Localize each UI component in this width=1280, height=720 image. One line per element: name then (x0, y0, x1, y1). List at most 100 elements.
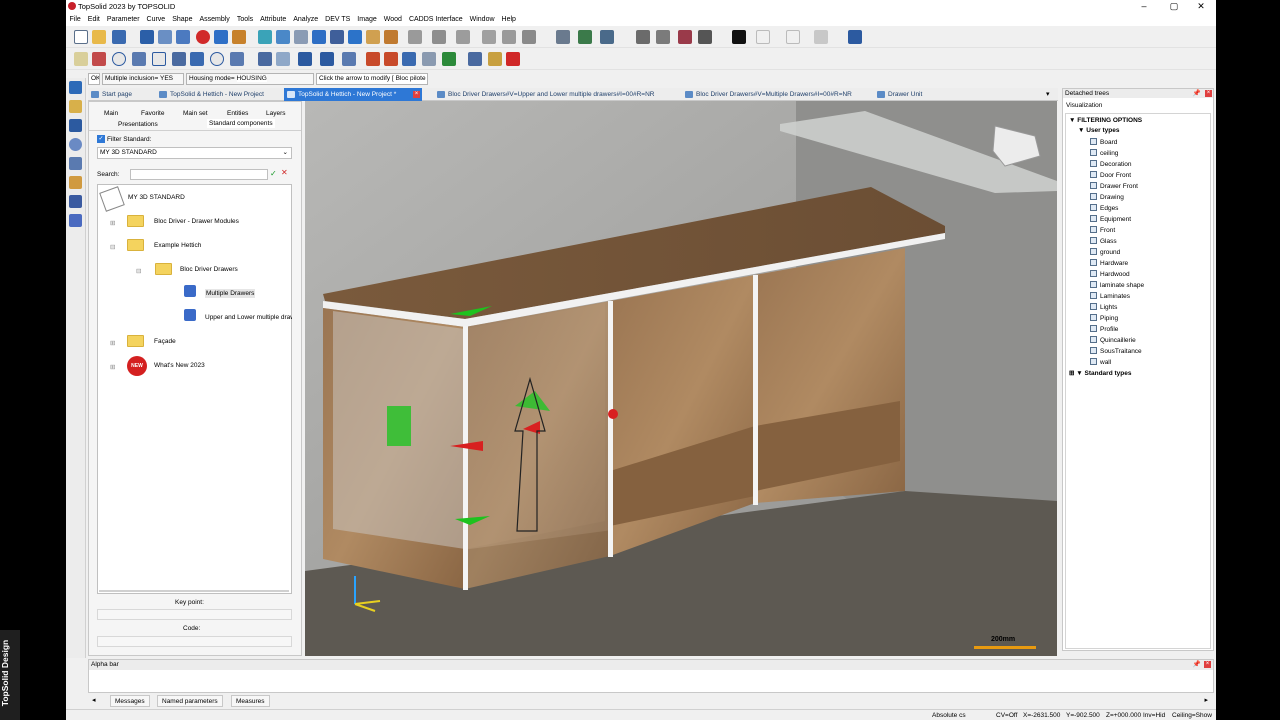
render-icon[interactable] (636, 30, 650, 44)
tree-root[interactable]: MY 3D STANDARD (128, 194, 185, 201)
shape-mode-icon[interactable] (69, 119, 82, 132)
standard-select[interactable]: MY 3D STANDARD ⌄ (97, 147, 292, 159)
status-coordinate-system[interactable]: Absolute cs (932, 712, 966, 719)
filter-item-front[interactable]: Front (1090, 226, 1115, 234)
zoom-icon[interactable] (556, 30, 570, 44)
sketch-mode-icon[interactable] (69, 81, 82, 94)
menu-analyze[interactable]: Analyze (290, 13, 322, 23)
filter-item-ceiling[interactable]: ceiling (1090, 149, 1118, 157)
transform-icon[interactable] (468, 52, 482, 66)
menu-edit[interactable]: Edit (84, 13, 103, 23)
library-mode-icon[interactable] (69, 214, 82, 227)
tree-node-multiple-drawers[interactable]: Multiple Drawers (205, 289, 256, 298)
tab-entities[interactable]: Entities (227, 110, 248, 117)
filter-item-board[interactable]: Board (1090, 138, 1117, 146)
filter-item-decoration[interactable]: Decoration (1090, 160, 1131, 168)
hardware-mode-icon[interactable] (69, 195, 82, 208)
tab-presentations[interactable]: Presentations (118, 121, 158, 128)
tab-new-project[interactable]: TopSolid & Hettich - New Project (156, 88, 282, 101)
edit-tool-icon[interactable] (456, 30, 470, 44)
tree-node-upper-lower-drawers[interactable]: Upper and Lower multiple drawers (205, 314, 292, 321)
pin-icon[interactable]: 📌 (1193, 660, 1201, 670)
filter-item-profile[interactable]: Profile (1090, 325, 1118, 333)
filter-item-soustraitance[interactable]: SousTraitance (1090, 347, 1142, 355)
tab-drawer-unit[interactable]: Drawer Unit (874, 88, 934, 101)
close-button[interactable]: ✕ (1186, 0, 1216, 13)
collapse-icon[interactable]: ⊟ (136, 267, 141, 275)
filter-item-lights[interactable]: Lights (1090, 303, 1117, 311)
tab-measures[interactable]: Measures (231, 695, 270, 707)
filter-item-hardwood[interactable]: Hardwood (1090, 270, 1130, 278)
tab-main[interactable]: Main (104, 110, 118, 117)
filter-item-hardware[interactable]: Hardware (1090, 259, 1128, 267)
menu-window[interactable]: Window (466, 13, 498, 23)
menu-parameter[interactable]: Parameter (103, 13, 143, 23)
tree-node-whats-new[interactable]: What's New 2023 (154, 362, 205, 369)
hatch-icon[interactable] (814, 30, 828, 44)
color-icon[interactable] (732, 30, 746, 44)
tabs-dropdown-icon[interactable]: ▾ (1046, 90, 1050, 98)
tree-node-bloc-driver-modules[interactable]: Bloc Driver - Drawer Modules (154, 218, 239, 225)
scroll-left-icon[interactable]: ◂ (92, 696, 96, 704)
line-icon[interactable] (92, 52, 106, 66)
project-icon[interactable] (276, 52, 290, 66)
offset-icon[interactable] (258, 52, 272, 66)
housing-mode-field[interactable]: Housing mode= HOUSING (186, 73, 314, 85)
tab-layers[interactable]: Layers (266, 110, 286, 117)
menu-attribute[interactable]: Attribute (257, 13, 290, 23)
menu-wood[interactable]: Wood (380, 13, 405, 23)
tab-bloc-driver-multiple[interactable]: Bloc Driver Drawers#V=Multiple Drawers#I… (682, 88, 870, 101)
filtering-options[interactable]: ▼ FILTERING OPTIONS (1069, 117, 1142, 124)
tab-standard-components[interactable]: Standard components (207, 119, 275, 128)
filter-item-ground[interactable]: ground (1090, 248, 1120, 256)
assembly-mode-icon[interactable] (69, 157, 82, 170)
properties-icon[interactable] (158, 30, 172, 44)
line-style-icon[interactable] (786, 30, 800, 44)
key-point-select[interactable] (97, 609, 292, 620)
scroll-right-icon[interactable]: ▸ (1204, 696, 1208, 704)
measure-tool-icon[interactable] (408, 30, 422, 44)
maximize-button[interactable]: ▢ (1159, 0, 1189, 13)
circle-icon[interactable] (112, 52, 126, 66)
filter-item-laminate-shape[interactable]: laminate shape (1090, 281, 1144, 289)
constraint-icon[interactable] (342, 52, 356, 66)
multiple-inclusion-field[interactable]: Multiple inclusion= YES (102, 73, 184, 85)
menu-assembly[interactable]: Assembly (196, 13, 233, 23)
filter-item-laminates[interactable]: Laminates (1090, 292, 1130, 300)
filter-item-quincaillerie[interactable]: Quincaillerie (1090, 336, 1136, 344)
import-icon[interactable] (176, 30, 190, 44)
drawer-tool-icon[interactable] (348, 30, 362, 44)
menu-help[interactable]: Help (498, 13, 519, 23)
clear-icon[interactable]: ✕ (281, 168, 288, 177)
filter-item-edges[interactable]: Edges (1090, 204, 1118, 212)
fillet-icon[interactable] (366, 52, 380, 66)
wood-tool-icon[interactable] (258, 30, 272, 44)
print-icon[interactable] (140, 30, 154, 44)
panel-tool-icon[interactable] (366, 30, 380, 44)
tab-favorite[interactable]: Favorite (141, 110, 164, 117)
polygon-icon[interactable] (230, 52, 244, 66)
tree-scrollbar[interactable] (99, 590, 289, 592)
3d-viewport[interactable]: 200mm (305, 101, 1057, 656)
polyline-icon[interactable] (172, 52, 186, 66)
close-alpha-bar-icon[interactable]: × (1204, 661, 1211, 668)
menu-file[interactable]: File (66, 13, 84, 23)
filter-item-drawing[interactable]: Drawing (1090, 193, 1124, 201)
filter-checkbox[interactable]: ✓ (97, 135, 105, 143)
filter-item-door-front[interactable]: Door Front (1090, 171, 1131, 179)
pencil-mode-icon[interactable] (69, 100, 82, 113)
wood-mode-icon[interactable] (69, 176, 82, 189)
tab-bloc-driver-upper-lower[interactable]: Bloc Driver Drawers#V=Upper and Lower mu… (434, 88, 678, 101)
pencil-icon[interactable] (74, 52, 88, 66)
status-ceiling[interactable]: Ceiling=Show (1172, 712, 1212, 719)
filter-item-equipment[interactable]: Equipment (1090, 215, 1131, 223)
user-types[interactable]: ▼ User types (1078, 127, 1120, 134)
filter-item-glass[interactable]: Glass (1090, 237, 1117, 245)
tree-node-bloc-driver-drawers[interactable]: Bloc Driver Drawers (180, 266, 238, 273)
expand-icon[interactable]: ⊞ (110, 219, 115, 227)
new-file-icon[interactable] (74, 30, 88, 44)
assembly-tool-icon[interactable] (312, 30, 326, 44)
menu-image[interactable]: Image (354, 13, 380, 23)
search-input[interactable] (130, 169, 268, 180)
undo-icon[interactable] (214, 30, 228, 44)
